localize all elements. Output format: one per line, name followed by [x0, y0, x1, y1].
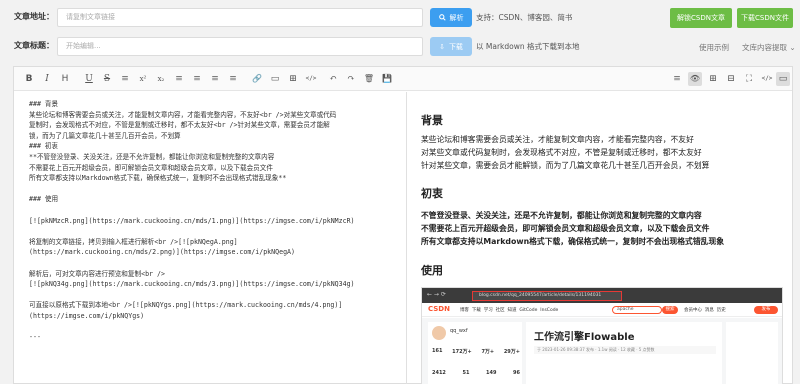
nav-item: InsCode — [540, 308, 559, 313]
heading-icon[interactable]: H — [58, 72, 72, 86]
search-icon — [438, 14, 446, 21]
download-csdn-button[interactable]: 下载CSDN文件 — [737, 8, 793, 28]
stat: 29万+ — [503, 349, 520, 355]
csdn-nav: 博客 下载 学习 社区 知道 GitCode InsCode — [460, 307, 558, 313]
stat: 7万+ — [481, 349, 495, 355]
avatar — [432, 326, 446, 340]
browser-bar: ← → ⟳ blog.csdn.net/qq_24095547/article/… — [422, 288, 782, 303]
url-input[interactable]: 请复制文章链接 — [57, 8, 423, 27]
catalog-icon[interactable]: ▭ — [776, 72, 790, 86]
csdn-header: CSDN 博客 下载 学习 社区 知道 GitCode InsCode apac… — [422, 303, 782, 317]
download-button-label: 下载 — [448, 42, 463, 51]
stat: 96 — [513, 370, 520, 376]
italic-icon[interactable]: I — [40, 72, 54, 86]
content-extract-link[interactable]: 文库内容提取 ⌄ — [742, 38, 796, 57]
nav-item: 下载 — [471, 308, 481, 313]
fullscreen-icon[interactable]: ⛶ — [742, 72, 756, 86]
save-icon[interactable]: 💾 — [380, 72, 394, 86]
csdn-search-button: 搜索 — [662, 306, 678, 314]
csdn-body: qq_wxf 161 172万+ 7万+ 29万+ 2412 51 149 96 — [422, 318, 782, 384]
support-text: 支持：CSDN、博客园、简书 — [476, 13, 573, 22]
browser-nav-icon: ← → ⟳ — [427, 291, 446, 298]
table-icon[interactable]: ⊞ — [286, 72, 300, 86]
article-card: 工作流引擎Flowable 于 2023-01-26 09:38:37 发布 ·… — [526, 322, 722, 384]
nav-item: 学习 — [483, 308, 493, 313]
url-label: 文章地址： — [14, 12, 54, 21]
nav-item: 博客 — [460, 308, 469, 313]
header-form: 文章地址： 请复制文章链接 解析 支持：CSDN、博客园、简书 解锁CSDN文章… — [0, 0, 800, 64]
nav-item: GitCode — [519, 308, 538, 313]
subscript-icon[interactable]: x₂ — [154, 72, 168, 86]
superscript-icon[interactable]: x² — [136, 72, 150, 86]
align-left-icon[interactable]: ≡ — [172, 72, 186, 86]
unlock-csdn-button[interactable]: 解锁CSDN文章 — [670, 8, 732, 28]
preview-heading-intent: 初衷 — [421, 187, 443, 200]
author-stats-bottom: 2412 51 149 96 — [432, 370, 520, 376]
author-name: qq_wxf — [450, 328, 468, 334]
nav-item: 社区 — [495, 308, 505, 313]
stat: 51 — [462, 370, 470, 376]
preview-icon[interactable]: 👁 — [688, 72, 702, 86]
split-view-icon[interactable]: ⊞ — [706, 72, 720, 86]
article-title: 工作流引擎Flowable — [534, 332, 635, 343]
stat: 161 — [432, 348, 443, 354]
image-icon[interactable]: ▭ — [268, 72, 282, 86]
download-icon: ⇩ — [439, 42, 445, 51]
preview-pane: 背景 某些论坛和博客需要会员或关注，才能复制文章内容，才能看完整内容，不友好 对… — [407, 92, 792, 384]
preview-paragraph: 不需要花上百元开超级会员，即可解锁会员文章和超级会员文章，以及下载会员文件 — [421, 224, 710, 233]
stat: 172万+ — [452, 349, 472, 355]
trash-icon[interactable]: 🗑 — [362, 72, 376, 86]
csdn-publish: 发布 — [754, 306, 778, 314]
list-icon[interactable]: ≡ — [226, 72, 240, 86]
author-card: qq_wxf 161 172万+ 7万+ 29万+ 2412 51 149 96 — [428, 322, 522, 384]
header-link: 历史 — [716, 308, 726, 313]
preview-paragraph: 对某些文章或代码复制时，会发现格式不对应，不管是复制或迁移时，都不太友好 — [421, 148, 702, 157]
underline-icon[interactable]: U — [82, 72, 96, 86]
bold-icon[interactable]: B — [22, 72, 36, 86]
redo-icon[interactable]: ↷ — [344, 72, 358, 86]
parse-button-label: 解析 — [449, 13, 464, 22]
preview-only-icon[interactable]: ⊟ — [724, 72, 738, 86]
undo-icon[interactable]: ↶ — [326, 72, 340, 86]
preview-paragraph: 某些论坛和博客需要会员或关注，才能复制文章内容，才能看完整内容，不友好 — [421, 135, 694, 144]
chevron-down-icon: ⌄ — [789, 43, 796, 52]
usage-example-link[interactable]: 使用示例 — [699, 38, 729, 57]
toc-icon[interactable]: ≡ — [670, 72, 684, 86]
preview-paragraph: 针对某些文章，需要会员才能解锁，而为了几篇文章花几十甚至几百开会员，不划算 — [421, 161, 710, 170]
editor-toolbar: B I H U S ≡ x² x₂ ≡ ≡ ≡ ≡ 🔗 ▭ ⊞ </> ↶ ↷ … — [14, 67, 792, 91]
code-icon[interactable]: </> — [304, 72, 318, 86]
download-hint: 以 Markdown 格式下载到本地 — [476, 42, 580, 51]
preview-paragraph: 所有文章都支持以Markdown格式下载，确保格式统一，复制时不会出现格式错乱现… — [421, 237, 725, 246]
preview-paragraph: 不管登没登录、关没关注，还是不允许复制，都能让你浏览和复制完整的文章内容 — [421, 211, 702, 220]
header-link: 会员中心 — [684, 308, 702, 313]
nav-item: 知道 — [507, 308, 517, 313]
address-bar: blog.csdn.net/qq_24095547/article/detail… — [472, 291, 622, 301]
header-link: 消息 — [704, 308, 714, 313]
csdn-search: apache — [612, 306, 662, 314]
content-extract-label: 文库内容提取 — [742, 43, 787, 52]
strikethrough-icon[interactable]: S — [100, 72, 114, 86]
author-stats-top: 161 172万+ 7万+ 29万+ — [432, 348, 520, 355]
stat: 2412 — [432, 370, 446, 376]
csdn-logo: CSDN — [428, 305, 450, 313]
align-center-icon[interactable]: ≡ — [190, 72, 204, 86]
align-right-icon[interactable]: ≡ — [208, 72, 222, 86]
markdown-editor: B I H U S ≡ x² x₂ ≡ ≡ ≡ ≡ 🔗 ▭ ⊞ </> ↶ ↷ … — [13, 66, 793, 384]
preview-heading-usage: 使用 — [421, 264, 443, 277]
parse-button[interactable]: 解析 — [430, 8, 472, 27]
stat: 149 — [486, 370, 497, 376]
html-code-icon[interactable]: </> — [760, 72, 774, 86]
markdown-source-text[interactable]: ### 背景 某些论坛和博客需要会员或关注，才能复制文章内容，才能看完整内容，不… — [29, 99, 406, 343]
csdn-header-links: 会员中心 消息 历史 — [684, 307, 726, 313]
link-icon[interactable]: 🔗 — [250, 72, 264, 86]
side-card — [726, 322, 778, 384]
title-label: 文章标题： — [14, 41, 54, 50]
preview-screenshot-image: ← → ⟳ blog.csdn.net/qq_24095547/article/… — [421, 287, 783, 384]
article-meta: 于 2023-01-26 09:38:37 发布 · 1.1w 阅读 · 12 … — [534, 346, 716, 354]
title-input[interactable]: 开始编辑... — [57, 37, 423, 56]
download-button[interactable]: ⇩ 下载 — [430, 37, 472, 56]
hr-icon[interactable]: ≡ — [118, 72, 132, 86]
preview-heading-background: 背景 — [421, 114, 443, 127]
markdown-source-pane[interactable]: ### 背景 某些论坛和博客需要会员或关注，才能复制文章内容，才能看完整内容，不… — [14, 92, 406, 384]
